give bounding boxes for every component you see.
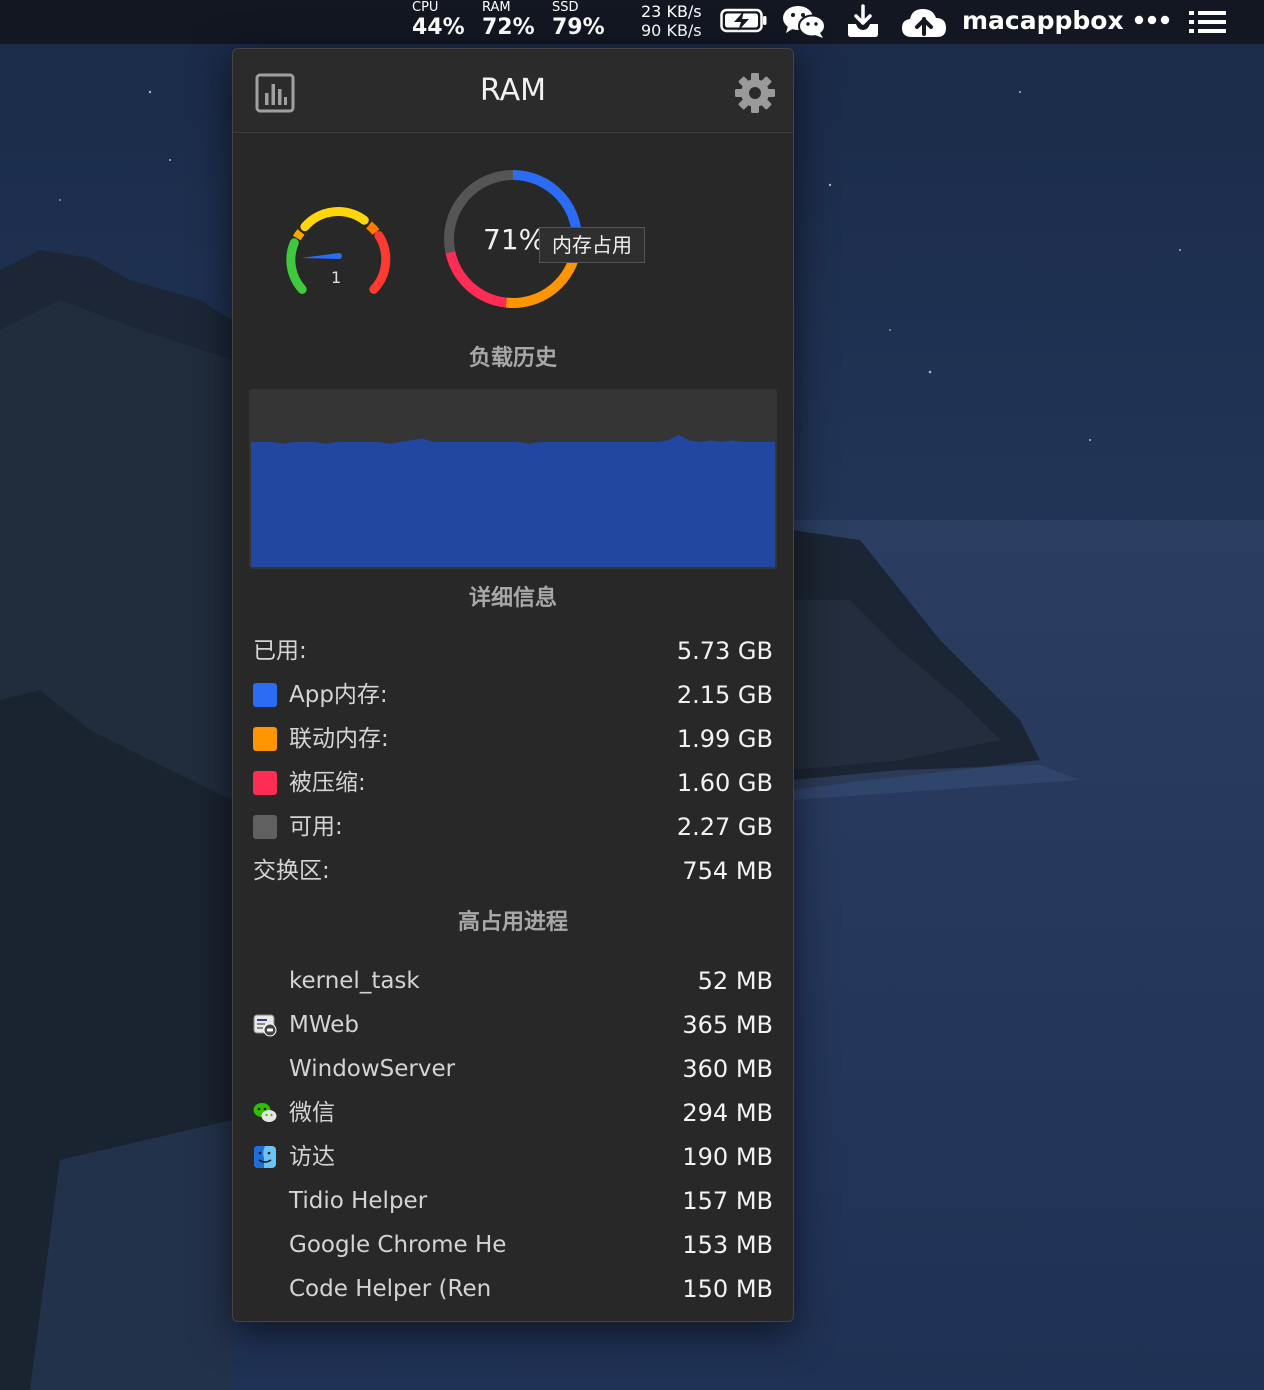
process-name: WindowServer xyxy=(289,1056,456,1082)
gauge-value: 1 xyxy=(331,268,341,287)
free-swatch xyxy=(253,815,277,839)
process-memory: 190 MB xyxy=(682,1143,773,1171)
processes-title: 高占用进程 xyxy=(457,910,568,935)
process-row[interactable]: Google Chrome He 153 MB xyxy=(253,1227,773,1263)
more-dots-icon[interactable] xyxy=(1134,12,1170,28)
history-area xyxy=(251,435,775,567)
finder-app-icon xyxy=(254,1146,276,1168)
cloud-icon[interactable] xyxy=(900,4,948,40)
process-row[interactable]: kernel_task 52 MB xyxy=(253,963,773,999)
detail-row-wired-memory: 联动内存: 1.99 GB xyxy=(253,721,773,757)
process-row[interactable]: Code Helper (Ren 150 MB xyxy=(253,1271,773,1307)
network-download: 90 KB/s xyxy=(641,21,702,40)
process-memory: 360 MB xyxy=(682,1055,773,1083)
ram-status[interactable]: RAM 72% xyxy=(482,1,546,41)
gauge-needle xyxy=(301,253,339,259)
detail-row-used: 已用: 5.73 GB xyxy=(253,633,773,669)
donut-segment-2 xyxy=(445,251,507,308)
network-status[interactable]: 23 KB/s 90 KB/s xyxy=(641,2,702,40)
load-history-chart xyxy=(249,389,777,569)
detail-value: 2.15 GB xyxy=(676,681,773,709)
process-name: Tidio Helper xyxy=(289,1188,428,1214)
wechat-icon[interactable] xyxy=(782,4,826,40)
ram-panel: RAM 1 71% 内存占用 负载历史 详细信息 已用: 5.73 GB App… xyxy=(232,48,794,1322)
process-name: MWeb xyxy=(289,1012,359,1038)
memory-pressure-gauge: 1 xyxy=(286,207,391,294)
detail-value: 2.27 GB xyxy=(676,813,773,841)
detail-label: 联动内存: xyxy=(289,726,389,752)
detail-label: 被压缩: xyxy=(289,770,366,796)
menu-bar: CPU 44% RAM 72% SSD 79% 23 KB/s 90 KB/s … xyxy=(0,0,1264,44)
process-row[interactable]: WindowServer 360 MB xyxy=(253,1051,773,1087)
detail-value: 1.60 GB xyxy=(676,769,773,797)
cpu-value: 44% xyxy=(412,15,465,40)
detail-label: 已用: xyxy=(253,638,307,664)
detail-label: App内存: xyxy=(289,682,388,708)
ssd-status[interactable]: SSD 79% xyxy=(552,1,616,41)
donut-percent: 71% xyxy=(483,223,546,256)
detail-row-swap: 交换区: 754 MB xyxy=(253,853,773,889)
process-name: Code Helper (Ren xyxy=(289,1276,492,1302)
process-memory: 365 MB xyxy=(682,1011,773,1039)
cpu-status[interactable]: CPU 44% xyxy=(412,1,476,41)
process-row[interactable]: 访达 190 MB xyxy=(253,1139,773,1175)
process-memory: 294 MB xyxy=(682,1099,773,1127)
list-menu-icon[interactable] xyxy=(1188,9,1228,35)
gear-icon[interactable] xyxy=(733,71,777,115)
process-memory: 153 MB xyxy=(682,1231,773,1259)
detail-label: 可用: xyxy=(289,814,343,840)
download-tray-icon[interactable] xyxy=(844,4,882,40)
ram-value: 72% xyxy=(482,15,535,40)
app-memory-swatch xyxy=(253,683,277,707)
network-upload: 23 KB/s xyxy=(641,2,702,21)
details-title: 详细信息 xyxy=(468,586,557,611)
detail-value: 754 MB xyxy=(682,857,773,885)
brand-label[interactable]: macappbox xyxy=(962,4,1124,38)
process-name: 访达 xyxy=(289,1144,335,1170)
process-row[interactable]: Tidio Helper 157 MB xyxy=(253,1183,773,1219)
panel-header: RAM xyxy=(233,49,793,133)
detail-row-free: 可用: 2.27 GB xyxy=(253,809,773,845)
battery-charging-icon[interactable] xyxy=(720,8,768,34)
mweb-app-icon xyxy=(253,1014,277,1037)
process-memory: 52 MB xyxy=(697,967,773,995)
process-name: kernel_task xyxy=(289,968,420,994)
ssd-value: 79% xyxy=(552,15,605,40)
cpu-label: CPU xyxy=(412,0,439,15)
process-memory: 157 MB xyxy=(682,1187,773,1215)
detail-label: 交换区: xyxy=(253,858,330,884)
detail-row-app-memory: App内存: 2.15 GB xyxy=(253,677,773,713)
detail-row-compressed: 被压缩: 1.60 GB xyxy=(253,765,773,801)
ram-label: RAM xyxy=(482,0,511,15)
process-name: Google Chrome He xyxy=(289,1232,507,1258)
donut-tooltip: 内存占用 xyxy=(539,227,645,263)
history-title: 负载历史 xyxy=(468,346,557,371)
wired-memory-swatch xyxy=(253,727,277,751)
process-memory: 150 MB xyxy=(682,1275,773,1303)
compressed-swatch xyxy=(253,771,277,795)
detail-value: 1.99 GB xyxy=(676,725,773,753)
ssd-label: SSD xyxy=(552,0,579,15)
process-name: 微信 xyxy=(289,1100,335,1126)
wechat-app-icon xyxy=(253,1103,277,1122)
detail-value: 5.73 GB xyxy=(676,637,773,665)
panel-title: RAM xyxy=(479,73,547,108)
process-row[interactable]: MWeb 365 MB xyxy=(253,1007,773,1043)
process-row[interactable]: 微信 294 MB xyxy=(253,1095,773,1131)
